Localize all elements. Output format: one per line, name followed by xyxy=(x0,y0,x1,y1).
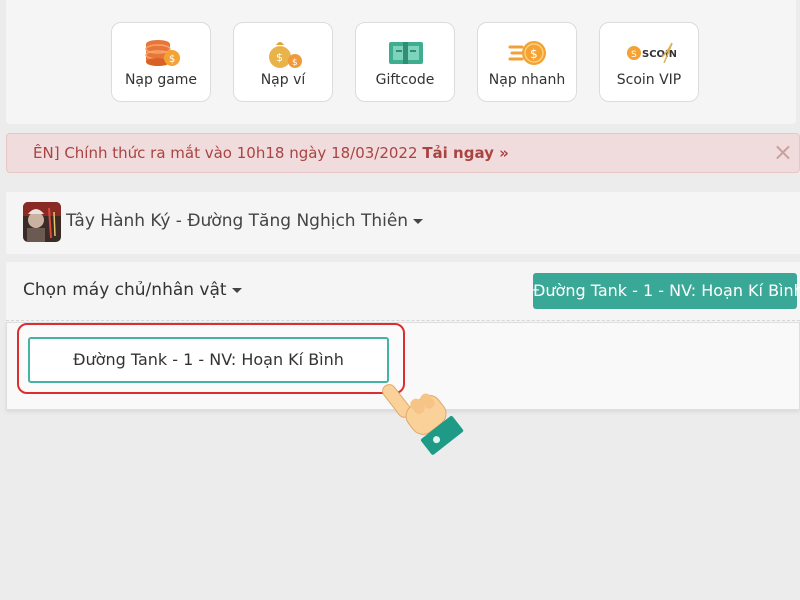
gift-ticket-icon xyxy=(389,42,423,64)
svg-text:$: $ xyxy=(292,58,298,68)
nap-nhanh-button[interactable]: $ Nạp nhanh xyxy=(477,22,577,102)
alert-text: ÊN] Chính thức ra mắt vào 10h18 ngày 18/… xyxy=(33,144,418,162)
game-dropdown[interactable]: Tây Hành Ký - Đường Tăng Nghịch Thiên xyxy=(66,211,424,231)
svg-text:S: S xyxy=(631,50,637,60)
scoin-vip-label: Scoin VIP xyxy=(616,72,682,88)
quick-actions-panel: $ Nạp game $ $ Nạp ví Giftcode $ Nạp nha xyxy=(6,0,796,124)
svg-text:$: $ xyxy=(169,54,175,65)
svg-text:$: $ xyxy=(276,51,283,64)
caret-down-icon xyxy=(231,287,242,293)
caret-down-icon xyxy=(413,218,424,224)
close-icon[interactable]: × xyxy=(773,134,793,170)
scoin-logo-text: SCOIN xyxy=(642,49,676,60)
game-selector-panel: Tây Hành Ký - Đường Tăng Nghịch Thiên xyxy=(6,192,800,254)
server-label: Chọn máy chủ/nhân vật xyxy=(23,280,227,300)
nap-game-label: Nạp game xyxy=(124,72,198,88)
character-option[interactable]: Đường Tank - 1 - NV: Hoạn Kí Bình xyxy=(28,337,389,383)
nap-vi-button[interactable]: $ $ Nạp ví xyxy=(233,22,333,102)
nap-nhanh-label: Nạp nhanh xyxy=(488,72,566,88)
svg-text:$: $ xyxy=(530,47,538,61)
coin-stack-icon: $ xyxy=(145,40,180,66)
nap-vi-label: Nạp ví xyxy=(260,72,306,88)
money-bag-icon: $ $ xyxy=(269,42,302,68)
nap-game-button[interactable]: $ Nạp game xyxy=(111,22,211,102)
pointing-hand-icon xyxy=(382,384,464,455)
announcement-alert: ÊN] Chính thức ra mắt vào 10h18 ngày 18/… xyxy=(6,133,800,173)
game-logo xyxy=(23,202,61,242)
scoin-vip-icon: S SCOIN xyxy=(627,42,676,64)
giftcode-button[interactable]: Giftcode xyxy=(355,22,455,102)
scoin-vip-button[interactable]: S SCOIN Scoin VIP xyxy=(599,22,699,102)
divider xyxy=(6,320,800,321)
selected-character-button[interactable]: Đường Tank - 1 - NV: Hoạn Kí Bình xyxy=(533,273,800,309)
game-title: Tây Hành Ký - Đường Tăng Nghịch Thiên xyxy=(66,211,409,231)
giftcode-label: Giftcode xyxy=(375,72,435,88)
server-dropdown[interactable]: Chọn máy chủ/nhân vật xyxy=(23,280,242,300)
download-now-link[interactable]: Tải ngay » xyxy=(422,144,508,162)
fast-coin-icon: $ xyxy=(508,41,546,65)
